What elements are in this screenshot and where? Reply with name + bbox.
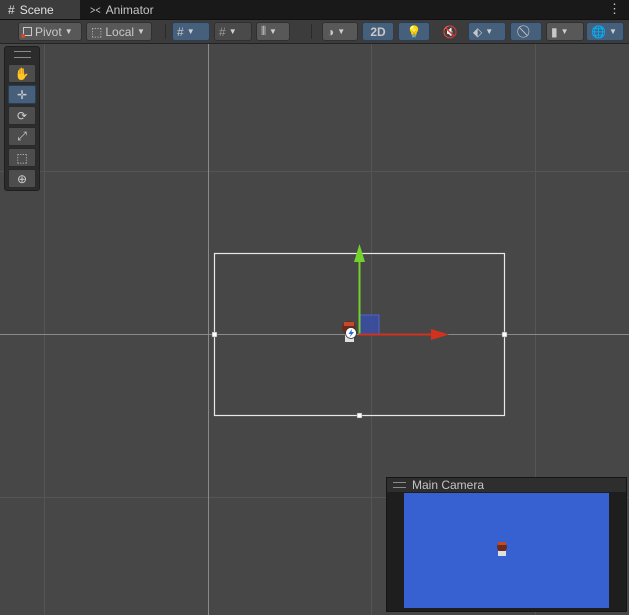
pivot-dropdown[interactable]: Pivot ▼ xyxy=(18,22,82,41)
character-sprite[interactable] xyxy=(342,321,357,342)
camera-bounds-handles[interactable] xyxy=(211,331,508,419)
increment-snap-icon: # xyxy=(219,24,226,39)
tab-animator[interactable]: ⪥ Animator xyxy=(82,0,162,19)
scene-toolbar: Pivot ▼ ⬚ Local ▼ # ▼ # ▼ ⫴ ▼ ◑ ▼ 2D 💡 🔇… xyxy=(0,20,629,44)
chevron-down-icon: ▼ xyxy=(485,27,494,36)
transform-icon: ⊕ xyxy=(16,171,28,186)
rotate-tool-button[interactable]: ⟳ xyxy=(8,106,36,125)
hand-tool-button[interactable]: ✋ xyxy=(8,64,36,83)
tab-scene-label: Scene xyxy=(19,2,54,17)
rotate-icon: ⟳ xyxy=(16,108,28,123)
shading-mode-dropdown[interactable]: ◑ ▼ xyxy=(322,22,358,41)
chevron-down-icon: ▼ xyxy=(137,27,145,36)
drag-handle[interactable] xyxy=(14,51,31,58)
local-label: Local xyxy=(105,24,135,39)
increment-snap-toggle[interactable]: # ▼ xyxy=(214,22,252,41)
chevron-down-icon: ▼ xyxy=(608,27,617,36)
hand-icon: ✋ xyxy=(14,66,30,81)
xy-plane-handle xyxy=(359,314,380,335)
grid-snap-toggle[interactable]: # ▼ xyxy=(172,22,210,41)
chevron-down-icon: ▼ xyxy=(560,27,569,36)
grid-snap-icon: # xyxy=(177,24,184,39)
move-gizmo[interactable] xyxy=(354,244,449,340)
tools-palette: ✋ ✛ ⟳ ⤢ ⬚ ⊕ xyxy=(4,46,40,191)
preview-character-sprite xyxy=(497,542,507,556)
scene-visibility-toggle[interactable]: ⃠ xyxy=(510,22,542,41)
more-options-icon[interactable]: ⋮ xyxy=(608,1,621,17)
chevron-down-icon: ▼ xyxy=(64,27,73,36)
lighting-toggle[interactable]: 💡 xyxy=(398,22,430,41)
pivot-icon xyxy=(21,27,32,38)
tab-scene[interactable]: # Scene xyxy=(0,0,80,19)
scale-icon: ⤢ xyxy=(17,129,27,143)
rect-tool-button[interactable]: ⬚ xyxy=(8,148,36,167)
layers-icon: ⬖ xyxy=(473,24,483,39)
align-options[interactable]: ⫴ ▼ xyxy=(256,22,290,41)
chevron-down-icon: ▼ xyxy=(269,27,277,36)
local-dropdown[interactable]: ⬚ Local ▼ xyxy=(86,22,152,41)
speaker-mute-icon: 🔇 xyxy=(442,24,458,39)
toolbar-divider xyxy=(165,24,166,39)
camera-dropdown[interactable]: ▮ ▼ xyxy=(546,22,584,41)
rect-transform-icon: ⬚ xyxy=(16,150,28,165)
chevron-down-icon: ▼ xyxy=(337,27,346,36)
video-camera-icon: ▮ xyxy=(551,24,558,39)
gizmo-globe-icon: 🌐 xyxy=(591,24,606,39)
drag-handle[interactable] xyxy=(393,482,406,488)
camera-preview-header[interactable]: Main Camera xyxy=(387,478,626,492)
x-axis-arrow-icon xyxy=(431,329,449,340)
chevron-down-icon: ▼ xyxy=(186,27,195,36)
lightbulb-icon: 💡 xyxy=(406,24,422,39)
move-tool-button[interactable]: ✛ xyxy=(8,85,36,104)
mode-2d-toggle[interactable]: 2D xyxy=(362,22,394,41)
chevron-down-icon: ▼ xyxy=(228,27,237,36)
camera-preview-view xyxy=(404,493,609,608)
effects-dropdown[interactable]: ⬖ ▼ xyxy=(468,22,506,41)
camera-preview-title: Main Camera xyxy=(412,478,485,492)
tab-bar: # Scene ⪥ Animator ⋮ xyxy=(0,0,629,20)
toolbar-divider xyxy=(311,24,312,39)
audio-toggle[interactable]: 🔇 xyxy=(434,22,466,41)
align-icon: ⫴ xyxy=(261,24,267,38)
shading-sphere-icon: ◑ xyxy=(327,24,335,39)
transform-tool-button[interactable]: ⊕ xyxy=(8,169,36,188)
cube-icon: ⬚ xyxy=(91,24,103,39)
scale-tool-button[interactable]: ⤢ xyxy=(8,127,36,146)
gizmos-dropdown[interactable]: 🌐 ▼ xyxy=(586,22,624,41)
pivot-label: Pivot xyxy=(35,24,62,39)
mode-2d-label: 2D xyxy=(370,24,386,39)
animator-icon: ⪥ xyxy=(90,2,101,16)
tab-animator-label: Animator xyxy=(105,2,154,17)
grid-icon: # xyxy=(8,2,15,17)
move-arrows-icon: ✛ xyxy=(16,87,28,102)
camera-preview-panel: Main Camera xyxy=(386,477,627,612)
